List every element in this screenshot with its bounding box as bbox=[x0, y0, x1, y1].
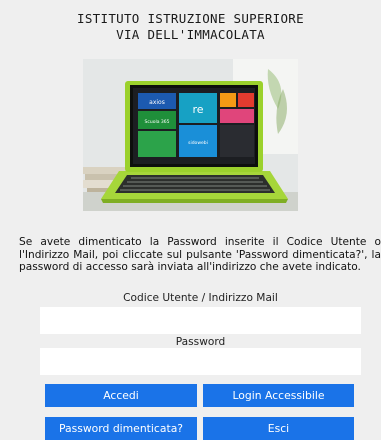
forgot-password-button[interactable]: Password dimenticata? bbox=[45, 417, 197, 440]
laptop-hero-image: axios Scuola 365 re sidowebi bbox=[83, 59, 298, 211]
hero-tile-axios: axios bbox=[149, 99, 165, 106]
accessible-login-button[interactable]: Login Accessibile bbox=[203, 384, 354, 407]
title-line-1: ISTITUTO ISTRUZIONE SUPERIORE bbox=[77, 11, 304, 26]
title-line-2: VIA DELL'IMMACOLATA bbox=[116, 27, 265, 42]
hero-tile-scuola365: Scuola 365 bbox=[145, 119, 170, 125]
page-title: ISTITUTO ISTRUZIONE SUPERIORE VIA DELL'I… bbox=[0, 11, 381, 43]
info-text: Se avete dimenticato la Password inserit… bbox=[19, 236, 381, 273]
hero-tile-re: re bbox=[192, 103, 203, 116]
hero-tile-sidowebi: sidowebi bbox=[188, 140, 208, 146]
user-label: Codice Utente / Indirizzo Mail bbox=[123, 292, 278, 304]
password-label: Password bbox=[175, 336, 226, 348]
login-button[interactable]: Accedi bbox=[45, 384, 197, 407]
password-input[interactable] bbox=[40, 348, 361, 375]
user-input[interactable] bbox=[40, 307, 361, 334]
exit-button[interactable]: Esci bbox=[203, 417, 354, 440]
